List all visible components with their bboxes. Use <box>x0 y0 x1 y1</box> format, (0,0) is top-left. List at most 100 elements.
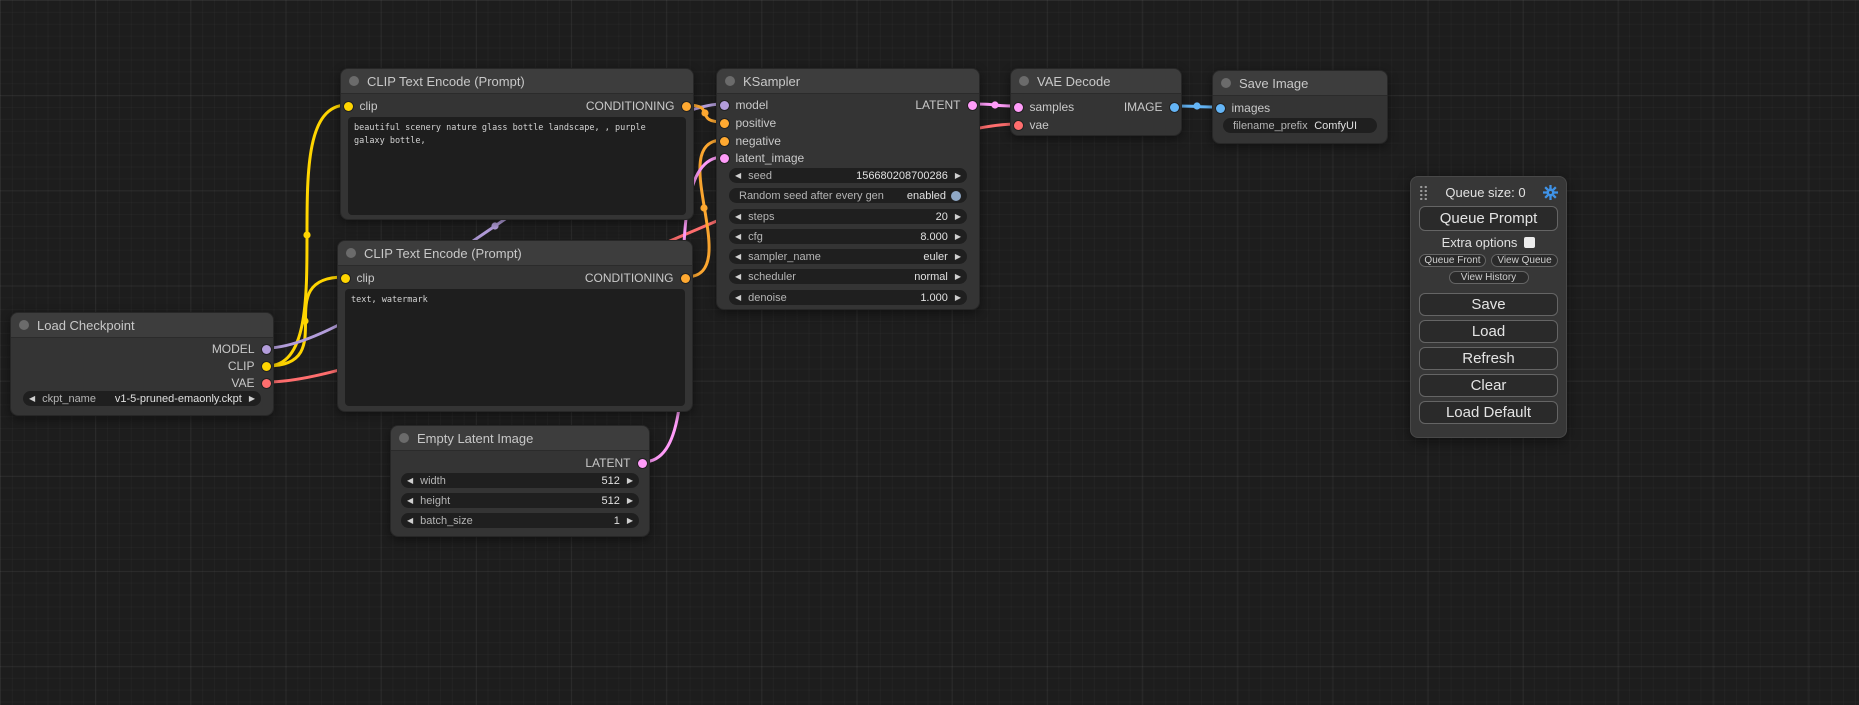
link-midpoint-dot[interactable] <box>700 204 707 211</box>
link-midpoint-dot[interactable] <box>991 101 998 108</box>
widget-left-arrow-icon[interactable]: ◀ <box>735 213 741 221</box>
prompt-textarea[interactable]: text, watermark <box>345 289 685 406</box>
node-title-bar[interactable]: Empty Latent Image <box>391 426 649 451</box>
port-dot-latent[interactable] <box>1014 103 1023 112</box>
widget-left-arrow-icon[interactable]: ◀ <box>407 477 413 485</box>
output-port-clip[interactable]: CLIP <box>228 358 273 374</box>
port-dot-vae[interactable] <box>1014 121 1023 130</box>
widget-right-arrow-icon[interactable]: ▶ <box>627 517 633 525</box>
node-title-bar[interactable]: VAE Decode <box>1011 69 1181 94</box>
widget-right-arrow-icon[interactable]: ▶ <box>249 395 255 403</box>
link-midpoint-dot[interactable] <box>701 109 708 116</box>
widget-left-arrow-icon[interactable]: ◀ <box>735 294 741 302</box>
widget-right-arrow-icon[interactable]: ▶ <box>627 477 633 485</box>
port-dot-latent[interactable] <box>638 459 647 468</box>
widget-batch-size[interactable]: ◀ batch_size 1 ▶ <box>401 513 639 528</box>
widget-right-arrow-icon[interactable]: ▶ <box>955 253 961 261</box>
link-midpoint-dot[interactable] <box>491 222 498 229</box>
input-port-clip[interactable]: clip <box>338 270 375 286</box>
widget-left-arrow-icon[interactable]: ◀ <box>407 497 413 505</box>
clear-button[interactable]: Clear <box>1419 374 1558 397</box>
node-title-bar[interactable]: CLIP Text Encode (Prompt) <box>338 241 692 266</box>
widget-right-arrow-icon[interactable]: ▶ <box>955 233 961 241</box>
output-port-model[interactable]: MODEL <box>212 341 273 357</box>
widget-seed[interactable]: ◀ seed 156680208700286 ▶ <box>729 168 967 183</box>
node-title-bar[interactable]: Save Image <box>1213 71 1387 96</box>
widget-steps[interactable]: ◀ steps 20 ▶ <box>729 209 967 224</box>
port-dot-latent[interactable] <box>720 154 729 163</box>
widget-right-arrow-icon[interactable]: ▶ <box>955 213 961 221</box>
widget-denoise[interactable]: ◀ denoise 1.000 ▶ <box>729 290 967 305</box>
node-collapse-dot[interactable] <box>19 320 29 330</box>
toggle-knob[interactable] <box>951 191 961 201</box>
load-default-button[interactable]: Load Default <box>1419 401 1558 424</box>
node-graph-canvas[interactable]: Load Checkpoint MODEL CLIP VAE ◀ ckpt_na… <box>0 0 1859 705</box>
widget-right-arrow-icon[interactable]: ▶ <box>627 497 633 505</box>
save-button[interactable]: Save <box>1419 293 1558 316</box>
widget-left-arrow-icon[interactable]: ◀ <box>735 172 741 180</box>
widget-left-arrow-icon[interactable]: ◀ <box>735 273 741 281</box>
output-port-vae[interactable]: VAE <box>231 375 273 391</box>
port-dot-clip[interactable] <box>341 274 350 283</box>
port-dot-vae[interactable] <box>262 379 271 388</box>
port-dot-clip[interactable] <box>344 102 353 111</box>
node-ksampler[interactable]: KSampler model positive negative latent_… <box>716 68 980 310</box>
link-midpoint-dot[interactable] <box>1193 102 1200 109</box>
prompt-textarea[interactable]: beautiful scenery nature glass bottle la… <box>348 117 686 215</box>
widget-sampler-name[interactable]: ◀ sampler_name euler ▶ <box>729 249 967 264</box>
port-dot-image[interactable] <box>1170 103 1179 112</box>
port-dot-conditioning[interactable] <box>720 137 729 146</box>
port-dot-conditioning[interactable] <box>682 102 691 111</box>
port-dot-latent[interactable] <box>968 101 977 110</box>
input-port-negative[interactable]: negative <box>717 133 781 149</box>
node-collapse-dot[interactable] <box>725 76 735 86</box>
node-clip-text-encode-positive[interactable]: CLIP Text Encode (Prompt) clip CONDITION… <box>340 68 694 220</box>
link-midpoint-dot[interactable] <box>301 317 308 324</box>
node-load-checkpoint[interactable]: Load Checkpoint MODEL CLIP VAE ◀ ckpt_na… <box>10 312 274 416</box>
widget-scheduler[interactable]: ◀ scheduler normal ▶ <box>729 269 967 284</box>
widget-left-arrow-icon[interactable]: ◀ <box>735 253 741 261</box>
extra-options-checkbox[interactable] <box>1524 237 1535 248</box>
port-dot-clip[interactable] <box>262 362 271 371</box>
output-port-conditioning[interactable]: CONDITIONING <box>586 98 693 114</box>
output-port-latent[interactable]: LATENT <box>915 97 979 113</box>
input-port-latent-image[interactable]: latent_image <box>717 150 804 166</box>
node-empty-latent-image[interactable]: Empty Latent Image LATENT ◀ width 512 ▶ … <box>390 425 650 537</box>
node-save-image[interactable]: Save Image images filename_prefix ComfyU… <box>1212 70 1388 144</box>
input-port-images[interactable]: images <box>1213 100 1270 116</box>
output-port-image[interactable]: IMAGE <box>1124 99 1181 115</box>
widget-ckpt-name[interactable]: ◀ ckpt_name v1-5-pruned-emaonly.ckpt ▶ <box>23 391 261 406</box>
output-port-conditioning[interactable]: CONDITIONING <box>585 270 692 286</box>
widget-filename-prefix[interactable]: filename_prefix ComfyUI <box>1223 118 1377 133</box>
node-title-bar[interactable]: KSampler <box>717 69 979 94</box>
link-midpoint-dot[interactable] <box>303 231 310 238</box>
output-port-latent[interactable]: LATENT <box>585 455 649 471</box>
widget-right-arrow-icon[interactable]: ▶ <box>955 273 961 281</box>
widget-right-arrow-icon[interactable]: ▶ <box>955 172 961 180</box>
input-port-vae[interactable]: vae <box>1011 117 1049 133</box>
refresh-button[interactable]: Refresh <box>1419 347 1558 370</box>
settings-gear-icon[interactable] <box>1543 185 1558 200</box>
node-vae-decode[interactable]: VAE Decode samples vae IMAGE <box>1010 68 1182 136</box>
node-title-bar[interactable]: Load Checkpoint <box>11 313 273 338</box>
widget-right-arrow-icon[interactable]: ▶ <box>955 294 961 302</box>
node-collapse-dot[interactable] <box>349 76 359 86</box>
port-dot-model[interactable] <box>262 345 271 354</box>
load-button[interactable]: Load <box>1419 320 1558 343</box>
node-collapse-dot[interactable] <box>1019 76 1029 86</box>
node-clip-text-encode-negative[interactable]: CLIP Text Encode (Prompt) clip CONDITION… <box>337 240 693 412</box>
drag-handle-icon[interactable] <box>1419 185 1428 200</box>
widget-left-arrow-icon[interactable]: ◀ <box>407 517 413 525</box>
port-dot-conditioning[interactable] <box>720 119 729 128</box>
input-port-model[interactable]: model <box>717 97 768 113</box>
node-collapse-dot[interactable] <box>1221 78 1231 88</box>
input-port-positive[interactable]: positive <box>717 115 776 131</box>
input-port-samples[interactable]: samples <box>1011 99 1074 115</box>
view-queue-button[interactable]: View Queue <box>1491 254 1558 267</box>
queue-front-button[interactable]: Queue Front <box>1419 254 1486 267</box>
widget-width[interactable]: ◀ width 512 ▶ <box>401 473 639 488</box>
view-history-button[interactable]: View History <box>1449 271 1529 284</box>
node-collapse-dot[interactable] <box>399 433 409 443</box>
widget-height[interactable]: ◀ height 512 ▶ <box>401 493 639 508</box>
widget-left-arrow-icon[interactable]: ◀ <box>29 395 35 403</box>
